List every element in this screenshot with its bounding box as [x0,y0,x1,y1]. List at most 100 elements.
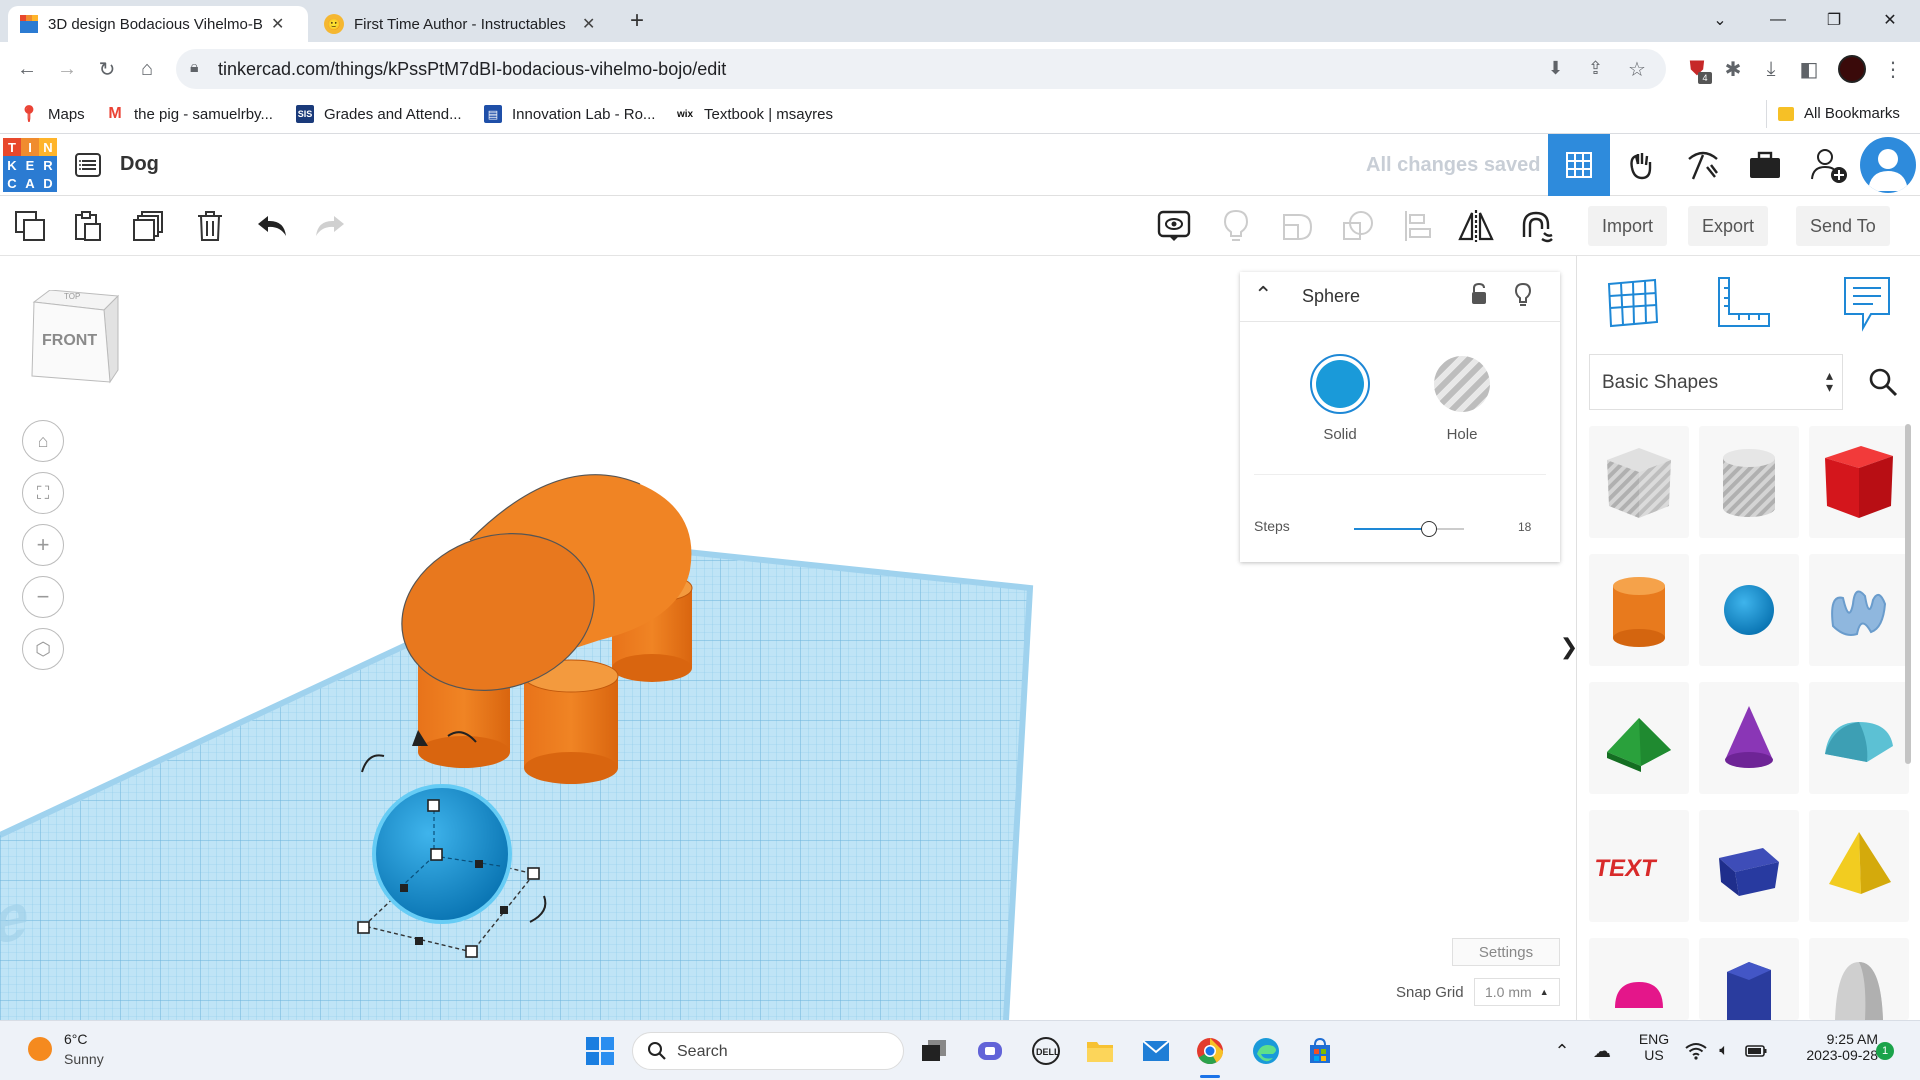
mirror-icon[interactable] [1458,208,1494,244]
weather-temp[interactable]: 6°C [64,1031,88,1047]
design-name[interactable]: Dog [120,153,159,176]
view-cube[interactable]: TOP FRONT [28,289,120,390]
ungroup-icon[interactable] [1340,208,1376,244]
bookmark-sis[interactable]: SIS Grades and Attend... [296,105,462,123]
light-bulb-icon[interactable] [1514,282,1532,313]
shape-polygon[interactable] [1699,938,1799,1020]
bookmark-innovation-lab[interactable]: ▤ Innovation Lab - Ro... [484,105,655,123]
install-icon[interactable]: ⬇ [1548,58,1563,79]
browser-tab-instructables[interactable]: 🙂 First Time Author - Instructables ✕ [312,6,610,42]
maximize-icon[interactable]: ❐ [1810,0,1858,40]
mail-icon[interactable] [1138,1033,1174,1069]
notification-badge[interactable]: 1 [1876,1042,1894,1060]
bookmark-star-icon[interactable]: ☆ [1628,57,1646,82]
store-icon[interactable] [1302,1033,1338,1069]
import-button[interactable]: Import [1588,206,1668,246]
3d-view-grid-icon[interactable] [1548,134,1610,196]
chrome-menu-icon[interactable]: ⋮ [1880,56,1906,82]
file-explorer-icon[interactable] [1082,1033,1118,1069]
task-view-icon[interactable] [916,1033,952,1069]
bookmark-maps[interactable]: 📍︎ Maps [19,105,85,124]
steps-value[interactable]: 18 [1518,520,1531,534]
notes-icon[interactable] [1156,208,1192,244]
downloads-icon[interactable]: ⤓ [1758,56,1784,82]
home-view-icon[interactable]: ⌂ [22,420,64,462]
new-tab-button[interactable]: + [622,6,652,36]
settings-button[interactable]: Settings [1452,938,1560,966]
close-tab-icon[interactable]: ✕ [271,14,284,34]
close-window-icon[interactable]: ✕ [1866,0,1914,40]
weather-sun-icon[interactable] [28,1037,52,1061]
profile-avatar[interactable] [1838,55,1866,83]
delete-icon[interactable] [192,208,228,244]
send-to-button[interactable]: Send To [1796,206,1890,246]
bookmark-gmail[interactable]: M the pig - samuelrby... [106,105,273,123]
group-icon[interactable] [1280,208,1316,244]
shape-cylinder[interactable] [1589,554,1689,666]
shape-text[interactable]: TEXT [1589,810,1689,922]
dell-icon[interactable]: DELL [1028,1033,1064,1069]
minimize-icon[interactable]: — [1754,0,1802,40]
address-bar[interactable]: 🔒︎ tinkercad.com/things/kPssPtM7dBI-boda… [176,49,1666,89]
shape-box[interactable] [1809,426,1909,538]
search-icon[interactable] [1855,354,1911,410]
edge-icon[interactable] [1248,1033,1284,1069]
perspective-cube-icon[interactable]: ⬡ [22,628,64,670]
show-hidden-icons[interactable]: ⌃ [1544,1033,1580,1069]
lock-icon[interactable] [1470,282,1488,311]
notes-tool-icon[interactable] [1841,274,1893,337]
chrome-taskbar-icon[interactable] [1192,1033,1228,1069]
invite-user-icon[interactable] [1798,134,1860,196]
shape-half-sphere[interactable] [1589,938,1689,1020]
dog-leg-front-right[interactable] [523,659,619,784]
windows-start-icon[interactable] [582,1033,618,1069]
fit-view-icon[interactable]: ⛶ [22,472,64,514]
panel-collapse-icon[interactable]: ❯ [1560,622,1578,672]
view-cube-top[interactable]: TOP [64,292,80,301]
hole-option[interactable] [1434,356,1490,412]
all-bookmarks[interactable]: All Bookmarks [1778,105,1900,122]
shape-scribble[interactable] [1809,554,1909,666]
teams-chat-icon[interactable] [972,1033,1008,1069]
view-cube-front[interactable]: FRONT [42,332,97,350]
copy-icon[interactable] [12,208,48,244]
pickaxe-icon[interactable] [1672,134,1734,196]
paste-icon[interactable] [70,208,106,244]
shape-pyramid[interactable] [1809,810,1909,922]
side-panel-icon[interactable]: ◧ [1796,56,1822,82]
blocks-hand-icon[interactable] [1610,134,1672,196]
align-icon[interactable] [1400,208,1436,244]
briefcase-icon[interactable] [1734,134,1796,196]
taskbar-search-box[interactable]: Search [632,1032,904,1070]
user-avatar[interactable] [1860,137,1916,193]
zoom-out-icon[interactable]: − [22,576,64,618]
shape-cone[interactable] [1699,682,1799,794]
reload-icon[interactable]: ↻ [94,56,120,82]
export-button[interactable]: Export [1688,206,1769,246]
back-icon[interactable]: ← [14,56,40,82]
tinkercad-logo[interactable]: TINKERCAD [3,138,57,192]
shape-sphere[interactable] [1699,554,1799,666]
browser-tab-tinkercad[interactable]: 3D design Bodacious Vihelmo-B ✕ [8,6,308,42]
redo-icon[interactable] [312,208,348,244]
tab-search-icon[interactable]: ⌄ [1696,0,1744,40]
steps-slider-knob[interactable] [1420,521,1437,537]
forward-icon[interactable]: → [54,56,80,82]
shape-paraboloid[interactable] [1809,938,1909,1020]
shape-round-roof[interactable] [1809,682,1909,794]
snap-grid-select[interactable]: 1.0 mm ▲ [1474,978,1560,1006]
close-tab-icon[interactable]: ✕ [582,14,595,34]
undo-icon[interactable] [254,208,290,244]
clock[interactable]: 9:25 AM 2023-09-28 [1778,1031,1878,1063]
weather-desc[interactable]: Sunny [64,1051,104,1067]
share-icon[interactable]: ⇪ [1588,58,1603,79]
shape-box-hole[interactable] [1589,426,1689,538]
onedrive-cloud-icon[interactable]: ☁ [1584,1033,1620,1069]
shape-roof[interactable] [1589,682,1689,794]
show-all-lightbulb-icon[interactable] [1218,208,1254,244]
duplicate-icon[interactable] [130,208,166,244]
site-info-icon[interactable]: 🔒︎ [190,59,199,77]
workplane-tool-icon[interactable] [1605,274,1661,335]
chevron-up-icon[interactable]: ⌃ [1254,282,1272,308]
ruler-tool-icon[interactable] [1715,274,1773,335]
